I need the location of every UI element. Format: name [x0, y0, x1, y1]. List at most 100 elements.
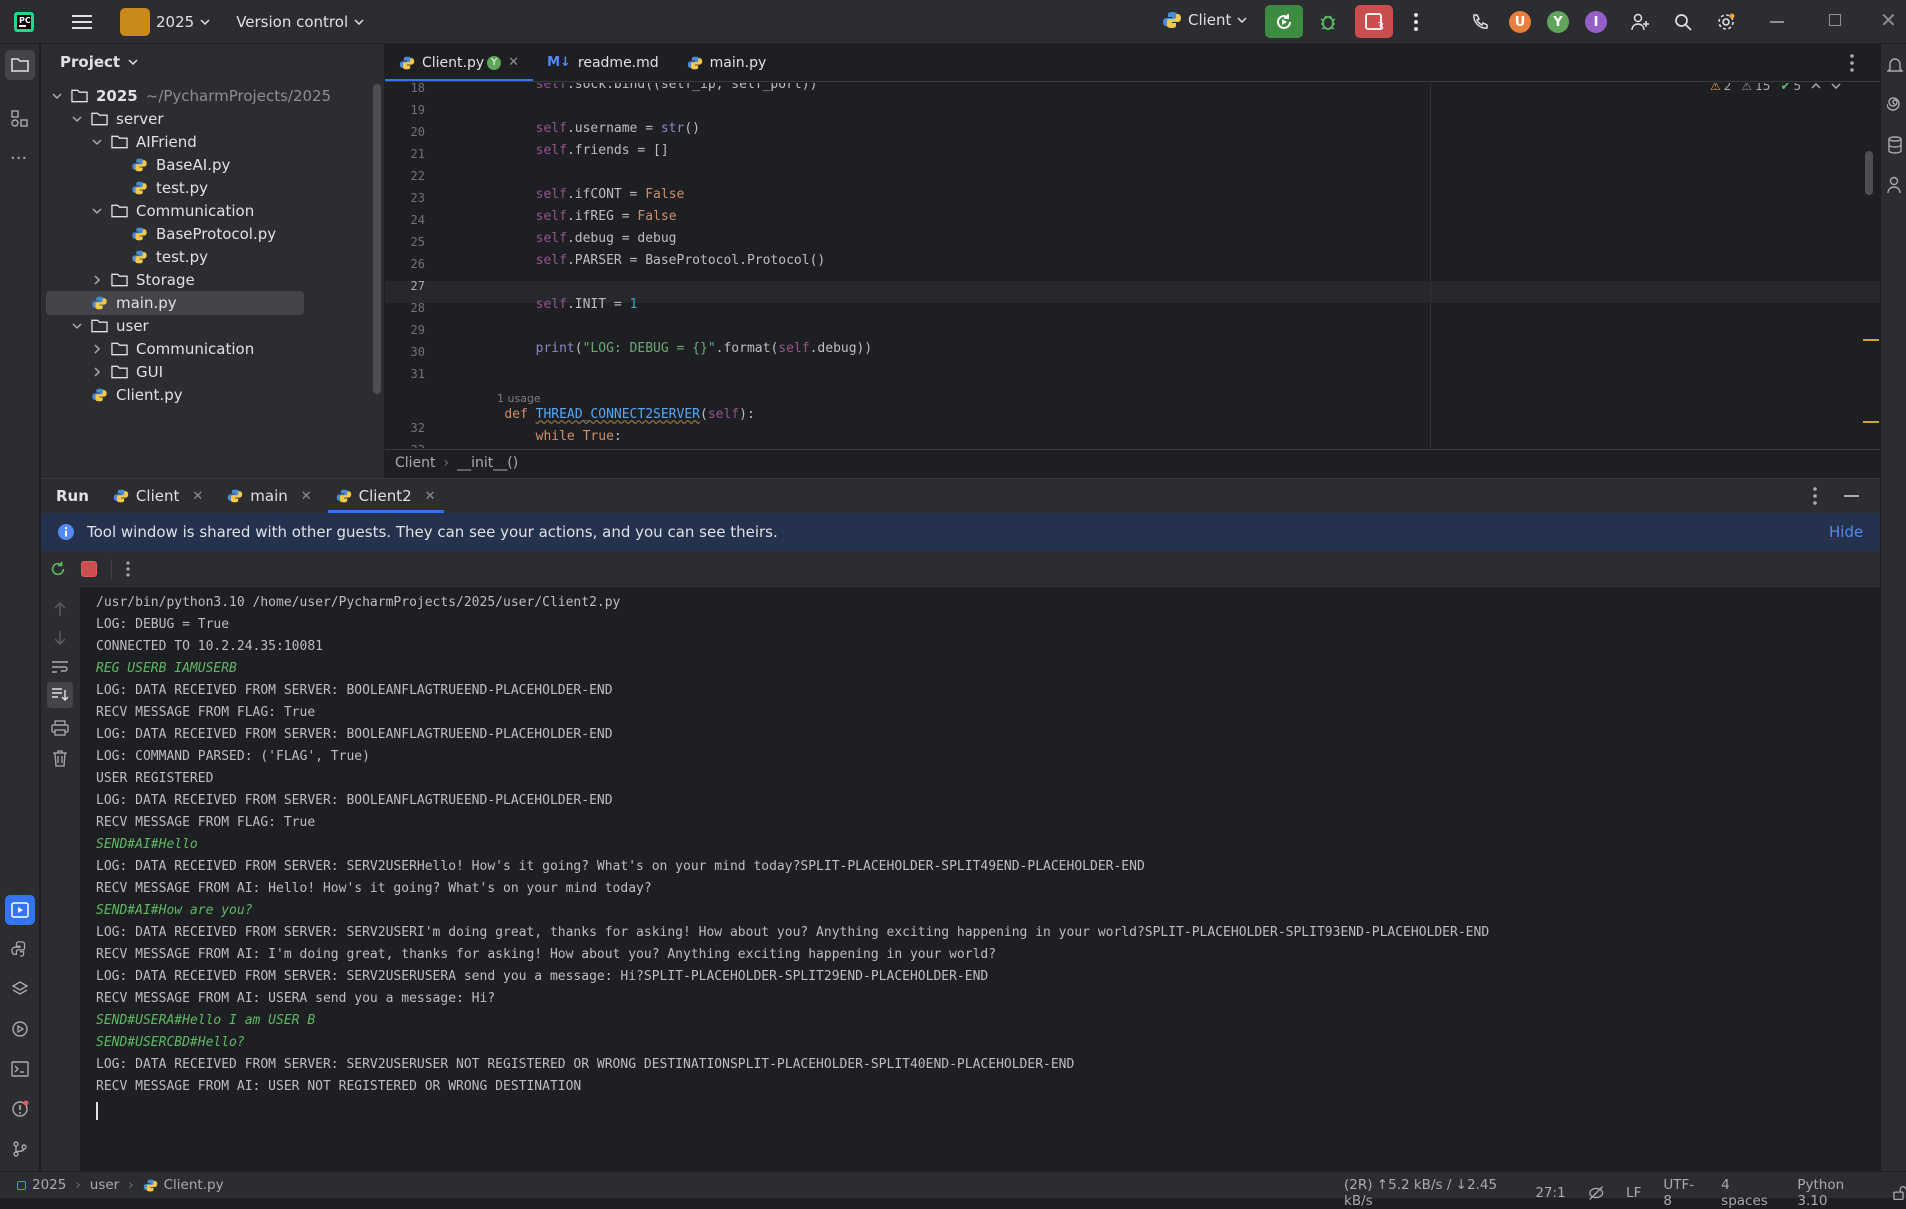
console-output-line: RECV MESSAGE FROM AI: USERA send you a m…: [96, 991, 496, 1006]
hide-panel-icon[interactable]: [1844, 495, 1859, 497]
breadcrumb-class[interactable]: Client: [395, 455, 436, 471]
terminal-tool-button[interactable]: [11, 1060, 29, 1078]
tab-client-py[interactable]: Client.py Y ✕: [385, 44, 534, 81]
unlock-icon[interactable]: [1893, 1185, 1906, 1201]
minimize-window-icon[interactable]: [1770, 21, 1784, 23]
tab-readme-md[interactable]: M↓ readme.md: [533, 44, 673, 81]
git-tool-button[interactable]: [11, 1140, 29, 1158]
status-path-root[interactable]: 2025: [17, 1177, 66, 1193]
warning-stripe-marker[interactable]: [1863, 421, 1879, 423]
line-separator[interactable]: LF: [1626, 1185, 1641, 1201]
more-actions-button[interactable]: [1398, 4, 1434, 40]
line-number: 21: [410, 147, 425, 161]
rerun-button[interactable]: [1265, 5, 1303, 38]
scroll-down-icon[interactable]: [53, 630, 67, 646]
notifications-tool-button[interactable]: [1887, 56, 1903, 74]
line-number: 26: [410, 257, 425, 271]
scroll-to-end-toggle[interactable]: [47, 682, 73, 708]
bell-icon: [1887, 58, 1903, 72]
database-tool-button[interactable]: [1887, 136, 1903, 154]
avatar[interactable]: I: [1585, 11, 1607, 33]
code-with-me-tool-button[interactable]: [1887, 176, 1903, 194]
file-encoding[interactable]: UTF-8: [1663, 1177, 1699, 1209]
python-console-tool-button[interactable]: [11, 940, 29, 958]
line-number: 22: [410, 169, 425, 183]
chevron-down-icon[interactable]: [91, 205, 103, 217]
project-tool-button[interactable]: [5, 50, 35, 80]
run-tab-main[interactable]: main ✕: [215, 479, 323, 513]
rerun-icon[interactable]: [49, 560, 67, 578]
chevron-up-icon[interactable]: [1811, 83, 1821, 89]
chevron-down-icon[interactable]: [71, 320, 83, 332]
inspection-off-icon[interactable]: [1588, 1185, 1604, 1201]
svg-text:PC: PC: [19, 16, 31, 25]
stop-all-button[interactable]: 3: [1355, 5, 1393, 38]
search-everywhere-button[interactable]: [1665, 4, 1701, 40]
services-tool-button[interactable]: [11, 1020, 29, 1038]
more-tools-icon[interactable]: ···: [10, 148, 27, 169]
tree-item-label: test.py: [156, 248, 208, 266]
run-options-button[interactable]: [1813, 487, 1817, 505]
close-window-icon[interactable]: ✕: [1880, 8, 1897, 32]
project-selector[interactable]: 2025: [120, 7, 210, 36]
usage-hint[interactable]: 1 usage: [497, 392, 541, 405]
chevron-right-icon[interactable]: [91, 343, 103, 355]
console-output-line: LOG: DEBUG = True: [96, 617, 230, 632]
python-interpreter[interactable]: Python 3.10: [1797, 1177, 1871, 1209]
chevron-down-icon[interactable]: [1831, 83, 1841, 89]
indent-setting[interactable]: 4 spaces: [1721, 1177, 1775, 1209]
banner-hide-link[interactable]: Hide: [1829, 523, 1863, 541]
console-output[interactable]: /usr/bin/python3.10 /home/user/PycharmPr…: [96, 592, 1876, 1098]
main-menu-icon[interactable]: [64, 4, 100, 40]
ai-assistant-tool-button[interactable]: [1887, 96, 1903, 112]
project-panel-header[interactable]: Project: [60, 53, 138, 71]
tab-options-button[interactable]: [1850, 54, 1854, 72]
avatar[interactable]: U: [1509, 11, 1531, 33]
breadcrumb-method[interactable]: __init__(): [457, 455, 518, 471]
chevron-down-icon[interactable]: [91, 136, 103, 148]
tree-file[interactable]: Client.py: [91, 382, 183, 408]
soft-wrap-icon[interactable]: [51, 660, 69, 674]
restore-window-icon[interactable]: [1829, 14, 1841, 26]
tab-main-py[interactable]: main.py: [673, 44, 781, 81]
path-segment[interactable]: user: [90, 1177, 119, 1193]
more-vertical-icon[interactable]: [126, 561, 130, 577]
add-guest-button[interactable]: [1622, 4, 1658, 40]
run-tab-client[interactable]: Client ✕: [101, 479, 215, 513]
run-tab-client2[interactable]: Client2 ✕: [324, 479, 448, 513]
settings-button[interactable]: [1708, 4, 1744, 40]
layers-tool-button[interactable]: [11, 980, 29, 998]
avatar[interactable]: Y: [1547, 11, 1569, 33]
run-config-selector[interactable]: Client: [1162, 10, 1247, 30]
caret-position[interactable]: 27:1: [1535, 1185, 1565, 1201]
network-speed[interactable]: (2R) ↑5.2 kB/s / ↓2.45 kB/s: [1344, 1177, 1513, 1209]
stop-icon[interactable]: [81, 561, 97, 577]
close-tab-icon[interactable]: ✕: [301, 489, 312, 504]
project-scrollbar[interactable]: [373, 84, 381, 394]
console-input-line: REG USERB IAMUSERB: [96, 661, 237, 676]
debug-button[interactable]: [1310, 4, 1346, 40]
chevron-down-icon[interactable]: [51, 90, 63, 102]
editor-scrollbar[interactable]: [1865, 151, 1873, 195]
call-button[interactable]: [1462, 4, 1498, 40]
scroll-up-icon[interactable]: [53, 601, 67, 617]
path-segment: Client.py: [163, 1177, 224, 1193]
pycharm-logo-icon[interactable]: PC: [6, 4, 42, 40]
status-path-file[interactable]: Client.py: [143, 1177, 224, 1193]
problems-tool-button[interactable]: [11, 1100, 29, 1118]
close-tab-icon[interactable]: ✕: [508, 55, 519, 70]
chevron-right-icon[interactable]: [91, 366, 103, 378]
close-tab-icon[interactable]: ✕: [425, 489, 436, 504]
run-tool-button[interactable]: [5, 895, 35, 925]
console-output-line: RECV MESSAGE FROM AI: I'm doing great, t…: [96, 947, 997, 962]
chevron-right-icon[interactable]: [91, 274, 103, 286]
close-tab-icon[interactable]: ✕: [192, 489, 203, 504]
structure-tool-button[interactable]: [11, 110, 29, 128]
chevron-down-icon[interactable]: [71, 113, 83, 125]
code-editor[interactable]: 18192021222324252627282930313233 self.so…: [385, 83, 1880, 448]
print-icon[interactable]: [51, 720, 69, 736]
version-control-menu[interactable]: Version control: [236, 13, 364, 31]
warning-stripe-marker[interactable]: [1863, 339, 1879, 341]
trash-icon[interactable]: [52, 750, 68, 767]
inspection-widget[interactable]: ⚠ 2 ⚠ 15 ✔ 5: [1710, 83, 1841, 93]
